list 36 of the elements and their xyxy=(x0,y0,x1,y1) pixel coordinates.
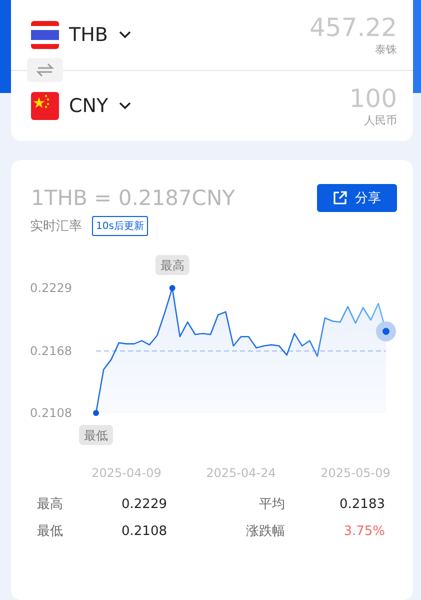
stat-label: 最高 xyxy=(37,496,64,513)
annotation: 最高 xyxy=(160,258,184,272)
marker-label: 最低 xyxy=(79,425,113,445)
rate-label: 实时汇率 xyxy=(30,218,82,235)
stat-value: 3.75% xyxy=(342,523,385,540)
stat-value: 0.2108 xyxy=(120,523,167,540)
swap-button[interactable] xyxy=(27,58,63,82)
annotation: 最低 xyxy=(84,428,108,442)
stat-value: 0.2183 xyxy=(338,496,385,513)
share-icon xyxy=(333,191,347,205)
axis-tick-label: 0.2229 xyxy=(30,281,72,295)
refresh-badge: 10s后更新 xyxy=(92,216,148,236)
stat-label: 平均 xyxy=(258,496,285,513)
currency-name: 人民币 xyxy=(364,114,397,128)
currency-name: 泰铢 xyxy=(375,43,397,57)
stat-value: 0.2229 xyxy=(120,496,167,513)
flag-icon xyxy=(31,92,59,120)
exchange-rate: 1THB = 0.2187CNY xyxy=(31,186,236,210)
axis-tick-label: 0.2168 xyxy=(30,344,72,358)
swap-icon xyxy=(36,63,54,77)
currency-code[interactable]: THB xyxy=(69,24,108,46)
currency-code[interactable]: CNY xyxy=(69,95,108,117)
stat-label: 最低 xyxy=(37,523,64,540)
axis-tick-label: 0.2108 xyxy=(30,406,72,420)
axis-tick-label: 2025-05-09 xyxy=(320,466,390,480)
data-point xyxy=(169,285,176,291)
share-button[interactable]: 分享 xyxy=(317,184,397,212)
flag-icon xyxy=(31,21,59,49)
axis-tick-label: 2025-04-09 xyxy=(92,466,162,480)
caret-icon[interactable] xyxy=(118,30,132,40)
axis-tick-label: 2025-04-24 xyxy=(206,466,276,480)
caret-icon[interactable] xyxy=(118,101,132,111)
stat-label: 涨跌幅 xyxy=(245,523,285,540)
current-point xyxy=(376,321,396,342)
data-point xyxy=(93,410,99,416)
marker-label: 最高 xyxy=(155,255,190,275)
